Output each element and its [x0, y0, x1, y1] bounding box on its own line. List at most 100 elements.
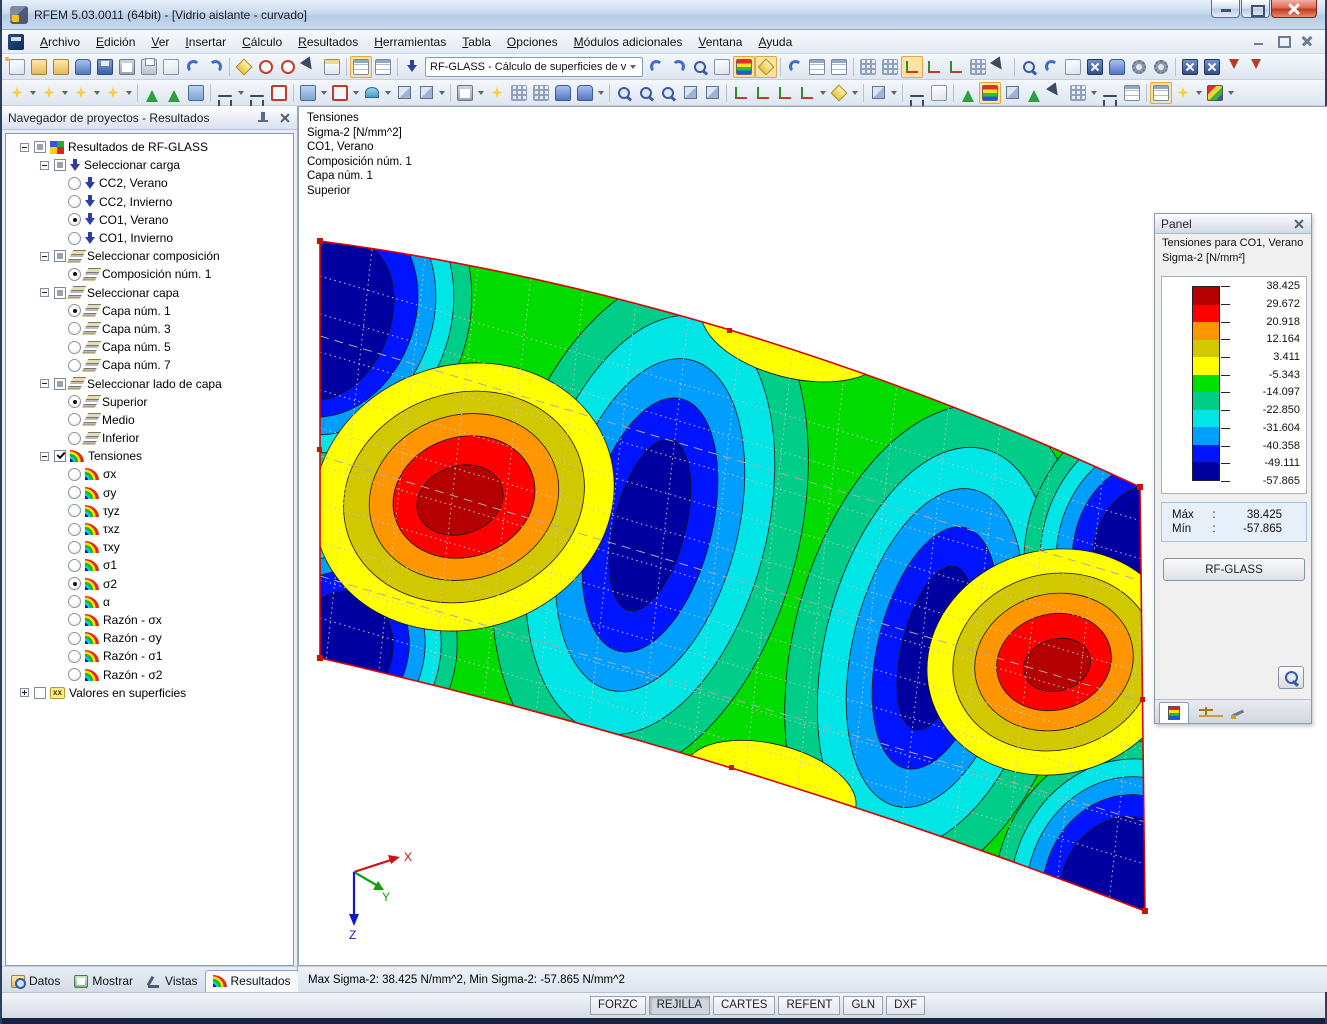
- navigator-close-icon[interactable]: [279, 112, 291, 124]
- tree-item-sigma-2[interactable]: σ2: [6, 575, 293, 593]
- mirror-button[interactable]: [1062, 56, 1084, 78]
- tree-item-sigma-1[interactable]: σ1: [6, 556, 293, 574]
- checkbox[interactable]: [54, 378, 66, 390]
- tree-item-medio[interactable]: Medio: [6, 411, 293, 429]
- result-table1-button[interactable]: [806, 56, 828, 78]
- radio[interactable]: [68, 195, 81, 208]
- mdi-minimize-button[interactable]: [1251, 34, 1267, 48]
- gears-button[interactable]: [1150, 56, 1172, 78]
- surface-support-button[interactable]: [185, 82, 207, 104]
- dimension-dropdown[interactable]: [238, 91, 244, 95]
- collapse-icon[interactable]: [40, 379, 49, 388]
- view-y-button[interactable]: [752, 82, 774, 104]
- menu-calculo[interactable]: Cálculo: [234, 32, 290, 52]
- tree-item-valores-en-superficies[interactable]: xxValores en superficies: [6, 684, 293, 702]
- module-jump-button[interactable]: [401, 56, 423, 78]
- copy-button[interactable]: [454, 82, 476, 104]
- checkbox[interactable]: [34, 687, 46, 699]
- edit-mode-button[interactable]: [233, 56, 255, 78]
- color-scale-button[interactable]: [1204, 82, 1226, 104]
- radio[interactable]: [68, 523, 81, 536]
- nav-back-button[interactable]: [645, 56, 667, 78]
- radio[interactable]: [68, 504, 81, 517]
- visibility-dropdown[interactable]: [891, 91, 897, 95]
- tree-item-superior[interactable]: Superior: [6, 393, 293, 411]
- wand-dropdown[interactable]: [1196, 91, 1202, 95]
- radio[interactable]: [68, 432, 81, 445]
- collapse-icon[interactable]: [40, 161, 49, 170]
- insert-line-dropdown[interactable]: [62, 91, 68, 95]
- load-arrow2-button[interactable]: [1245, 56, 1267, 78]
- checkbox[interactable]: [34, 141, 46, 153]
- support-button[interactable]: [141, 82, 163, 104]
- checkbox[interactable]: [54, 159, 66, 171]
- redo-button[interactable]: [204, 56, 226, 78]
- tree-item-razon-sigma-2[interactable]: Razón - σ2: [6, 665, 293, 683]
- zoom-window-button[interactable]: [613, 82, 635, 104]
- delete-button[interactable]: [1084, 56, 1106, 78]
- select-region-button[interactable]: [268, 82, 290, 104]
- render-results-button[interactable]: [733, 56, 755, 78]
- isometric-view-button[interactable]: [828, 82, 850, 104]
- menu-herramientas[interactable]: Herramientas: [366, 32, 454, 52]
- frame3-button[interactable]: [552, 82, 574, 104]
- open-button[interactable]: [28, 56, 50, 78]
- tree-item-seleccionar-lado[interactable]: Seleccionar lado de capa: [6, 374, 293, 392]
- radio[interactable]: [68, 613, 81, 626]
- tree-item-sigma-x[interactable]: σx: [6, 465, 293, 483]
- tree-item-co1-invierno[interactable]: CO1, Invierno: [6, 229, 293, 247]
- radio[interactable]: [68, 559, 81, 572]
- pin-icon[interactable]: [257, 111, 269, 125]
- table-layout-button[interactable]: [372, 56, 394, 78]
- radio-selected[interactable]: [68, 213, 81, 226]
- nav-forward-button[interactable]: [667, 56, 689, 78]
- combo-dropdown-arrow[interactable]: [630, 65, 636, 69]
- color-scale-dropdown[interactable]: [1228, 91, 1234, 95]
- isometric-dropdown[interactable]: [852, 91, 858, 95]
- load-arrow1-button[interactable]: [1223, 56, 1245, 78]
- new-solid2-button[interactable]: [415, 82, 437, 104]
- status-cell-forzc[interactable]: FORZC: [590, 996, 646, 1015]
- tree-item-capa-5[interactable]: Capa núm. 5: [6, 338, 293, 356]
- mdi-close-button[interactable]: [1299, 34, 1315, 48]
- menu-edicion[interactable]: Edición: [88, 32, 143, 52]
- frame4-dropdown[interactable]: [598, 91, 604, 95]
- status-cell-rejilla[interactable]: REJILLA: [649, 996, 710, 1015]
- tree-item-seleccionar-capa[interactable]: Seleccionar capa: [6, 284, 293, 302]
- title-bar[interactable]: RFEM 5.03.0011 (64bit) - [Vidrio aislant…: [2, 0, 1325, 30]
- view-cube2-button[interactable]: [701, 82, 723, 104]
- insert-line2-button[interactable]: [70, 82, 92, 104]
- insert-polyline-button[interactable]: [102, 82, 124, 104]
- tree-item-capa-3[interactable]: Capa núm. 3: [6, 320, 293, 338]
- radio[interactable]: [68, 541, 81, 554]
- status-cell-gln[interactable]: GLN: [843, 996, 883, 1015]
- zoom-out-button[interactable]: [657, 82, 679, 104]
- tab-resultados[interactable]: Resultados: [205, 970, 299, 992]
- show-values-button[interactable]: [755, 56, 777, 78]
- insert-line-button[interactable]: [38, 82, 60, 104]
- insert-node-dropdown[interactable]: [30, 91, 36, 95]
- insert-node-button[interactable]: [6, 82, 28, 104]
- tree-item-composicion-1[interactable]: Composición núm. 1: [6, 265, 293, 283]
- print-button[interactable]: [138, 56, 160, 78]
- rotate-button[interactable]: [1040, 56, 1062, 78]
- section2-button[interactable]: [1099, 82, 1121, 104]
- collapse-icon[interactable]: [40, 288, 49, 297]
- mesh-settings-button[interactable]: [879, 56, 901, 78]
- node-red-button[interactable]: [486, 82, 508, 104]
- checkbox[interactable]: [54, 287, 66, 299]
- tree-item-co1-verano[interactable]: CO1, Verano: [6, 211, 293, 229]
- collapse-icon[interactable]: [40, 252, 49, 261]
- radio-selected[interactable]: [68, 395, 81, 408]
- tree-item-seleccionar-composicion[interactable]: Seleccionar composición: [6, 247, 293, 265]
- new-window-button[interactable]: [321, 56, 343, 78]
- radio[interactable]: [68, 595, 81, 608]
- radio[interactable]: [68, 232, 81, 245]
- menu-insertar[interactable]: Insertar: [177, 32, 234, 52]
- tab-datos[interactable]: Datos: [4, 971, 67, 992]
- checkbox-checked[interactable]: [54, 450, 66, 462]
- animation-button[interactable]: [784, 56, 806, 78]
- open-project-button[interactable]: [50, 56, 72, 78]
- insert-polyline-dropdown[interactable]: [126, 91, 132, 95]
- view-dropdown[interactable]: [820, 91, 826, 95]
